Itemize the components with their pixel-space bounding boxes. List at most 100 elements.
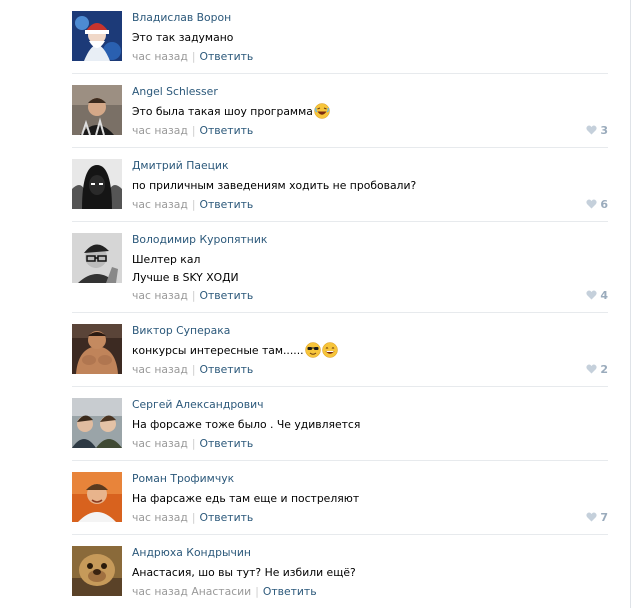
comment-author[interactable]: Андрюха Кондрычин xyxy=(132,546,251,559)
avatar[interactable] xyxy=(72,233,122,283)
sunglasses-face-emoji xyxy=(304,342,321,358)
heart-icon xyxy=(586,364,597,374)
comment-text-line: Лучше в SKY ХОДИ xyxy=(132,271,239,284)
meta-divider: | xyxy=(191,511,196,524)
avatar[interactable] xyxy=(72,159,122,209)
comment-item: Сергей Александрович На форсаже тоже был… xyxy=(72,398,608,454)
comment-text-line: На форсаже тоже было . Че удивляется xyxy=(132,418,361,431)
comment-text-content: Это была такая шоу программа xyxy=(132,105,313,118)
comment-text-line: Шелтер кал xyxy=(132,253,201,266)
comment-meta: час назад | Ответить xyxy=(132,363,253,376)
comment-author[interactable]: Angel Schlesser xyxy=(132,85,218,98)
avatar[interactable] xyxy=(72,85,122,135)
comment-text-line: конкурсы интересные там...... xyxy=(132,342,338,360)
comment-text: Это так задумано xyxy=(132,29,233,47)
comment-time[interactable]: час назад xyxy=(132,289,188,302)
avatar[interactable] xyxy=(72,472,122,522)
heart-icon xyxy=(586,512,597,522)
meta-divider: | xyxy=(191,363,196,376)
like-button[interactable]: 2 xyxy=(586,363,608,376)
comment-separator xyxy=(72,221,608,222)
comment-time[interactable]: час назад xyxy=(132,124,188,137)
heart-icon xyxy=(586,125,597,135)
comment-time[interactable]: час назад xyxy=(132,437,188,450)
comment-separator xyxy=(72,534,608,535)
comment-time[interactable]: час назад xyxy=(132,585,188,598)
reply-link[interactable]: Ответить xyxy=(200,50,254,63)
comment-meta: час назад | Ответить xyxy=(132,50,253,63)
like-count: 6 xyxy=(600,198,608,211)
reply-link[interactable]: Ответить xyxy=(200,437,254,450)
comment-text-line: Это так задумано xyxy=(132,31,234,44)
avatar[interactable] xyxy=(72,398,122,448)
like-button[interactable]: 3 xyxy=(586,124,608,137)
like-button[interactable]: 7 xyxy=(586,511,608,524)
comment-text: по приличным заведениям ходить не пробов… xyxy=(132,177,416,195)
comment-item: Андрюха Кондрычин Анастасия, шо вы тут? … xyxy=(72,546,608,602)
comment-author[interactable]: Владислав Ворон xyxy=(132,11,231,24)
comment-text: Это была такая шоу программа xyxy=(132,103,330,121)
comment-meta: час назад | Ответить xyxy=(132,289,253,302)
comment-author[interactable]: Дмитрий Паецик xyxy=(132,159,228,172)
reply-link[interactable]: Ответить xyxy=(200,198,254,211)
comment-text-line: Анастасия, шо вы тут? Не избили ещё? xyxy=(132,566,356,579)
reply-to-name[interactable]: Анастасии xyxy=(191,585,251,598)
like-button[interactable]: 4 xyxy=(586,289,608,302)
avatar[interactable] xyxy=(72,324,122,374)
reply-link[interactable]: Ответить xyxy=(200,124,254,137)
comment-author[interactable]: Виктор Суперака xyxy=(132,324,230,337)
comment-separator xyxy=(72,386,608,387)
meta-divider: | xyxy=(191,198,196,211)
comment-author[interactable]: Сергей Александрович xyxy=(132,398,264,411)
comment-item: Роман Трофимчук На фарсаже едь там еще и… xyxy=(72,472,608,528)
avatar[interactable] xyxy=(72,11,122,61)
comment-text: На фарсаже едь там еще и постреляют xyxy=(132,490,359,508)
meta-divider: | xyxy=(191,124,196,137)
heart-icon xyxy=(586,199,597,209)
meta-divider: | xyxy=(191,289,196,302)
heart-icon xyxy=(586,290,597,300)
reply-link[interactable]: Ответить xyxy=(200,363,254,376)
avatar[interactable] xyxy=(72,546,122,596)
comment-text-line: На фарсаже едь там еще и постреляют xyxy=(132,492,360,505)
comment-time[interactable]: час назад xyxy=(132,363,188,376)
meta-divider: | xyxy=(191,437,196,450)
like-count: 7 xyxy=(600,511,608,524)
reply-link[interactable]: Ответить xyxy=(263,585,317,598)
grinning-face-emoji xyxy=(321,342,338,358)
comment-text: Шелтер кал Лучше в SKY ХОДИ xyxy=(132,251,239,287)
like-button[interactable]: 6 xyxy=(586,198,608,211)
meta-divider: | xyxy=(255,585,259,598)
comment-time[interactable]: час назад xyxy=(132,50,188,63)
comment-text-line: по приличным заведениям ходить не пробов… xyxy=(132,179,417,192)
laughing-face-emoji xyxy=(314,103,330,119)
like-count: 2 xyxy=(600,363,608,376)
like-count: 3 xyxy=(600,124,608,137)
comment-item: Дмитрий Паецик по приличным заведениям х… xyxy=(72,159,608,215)
comment-item: Виктор Суперака конкурсы интересные там.… xyxy=(72,324,608,380)
comment-meta: час назад | Ответить xyxy=(132,511,253,524)
page-right-border xyxy=(630,0,631,608)
comment-meta: час назад | Ответить xyxy=(132,198,253,211)
reply-link[interactable]: Ответить xyxy=(200,289,254,302)
comment-time[interactable]: час назад xyxy=(132,511,188,524)
comment-item: Angel Schlesser Это была такая шоу прогр… xyxy=(72,85,608,141)
comment-separator xyxy=(72,147,608,148)
comment-separator xyxy=(72,312,608,313)
comment-author[interactable]: Роман Трофимчук xyxy=(132,472,234,485)
comment-separator xyxy=(72,460,608,461)
comment-meta: час назад | Ответить xyxy=(132,437,253,450)
reply-link[interactable]: Ответить xyxy=(200,511,254,524)
comment-separator xyxy=(72,73,608,74)
comment-meta: час назад Анастасии | Ответить xyxy=(132,585,317,598)
comment-text-content: конкурсы интересные там...... xyxy=(132,344,304,357)
comment-author[interactable]: Володимир Куропятник xyxy=(132,233,267,246)
meta-divider: | xyxy=(191,50,196,63)
comment-text-line: Это была такая шоу программа xyxy=(132,103,330,121)
comment-item: Володимир Куропятник Шелтер кал Лучше в … xyxy=(72,233,608,307)
comment-time[interactable]: час назад xyxy=(132,198,188,211)
comment-text: конкурсы интересные там...... xyxy=(132,342,338,360)
comment-text: На форсаже тоже было . Че удивляется xyxy=(132,416,360,434)
comment-meta: час назад | Ответить xyxy=(132,124,253,137)
comment-item: Владислав Ворон Это так задумано час наз… xyxy=(72,11,608,67)
